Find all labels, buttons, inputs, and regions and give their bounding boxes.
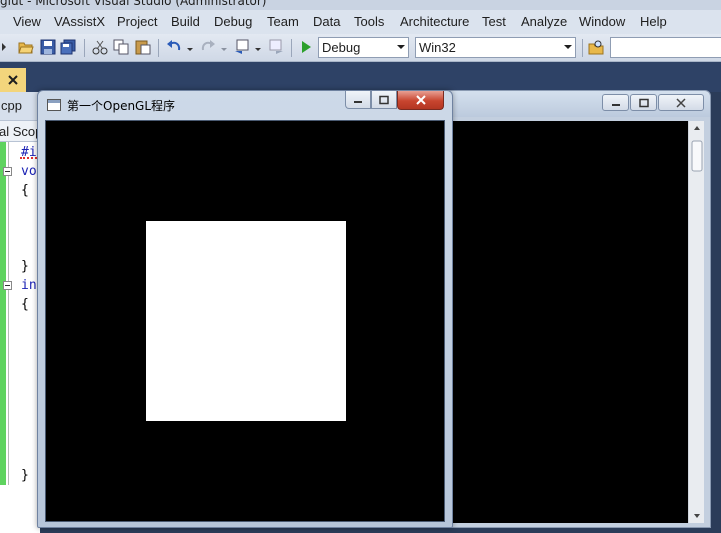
close-icon (415, 95, 426, 105)
save-all-icon[interactable] (60, 39, 76, 55)
menu-build[interactable]: Build (171, 14, 200, 29)
menu-test[interactable]: Test (482, 14, 506, 29)
solution-configuration-select[interactable]: Debug (318, 37, 409, 58)
white-square (146, 221, 346, 421)
menu-debug[interactable]: Debug (214, 14, 252, 29)
change-tracking-margin (0, 142, 6, 485)
maximize-button[interactable] (630, 94, 657, 111)
window-app-icon[interactable] (47, 99, 61, 111)
close-button[interactable] (397, 91, 444, 110)
close-icon (676, 97, 686, 108)
code-line: in (21, 278, 37, 293)
menu-architecture[interactable]: Architecture (400, 14, 469, 29)
minimize-button[interactable] (602, 94, 629, 111)
scrollbar-graphics (691, 126, 703, 518)
menu-bar: View VAssistX Project Build Debug Team D… (0, 10, 721, 34)
code-line: { (21, 183, 29, 198)
navigate-forward-icon (268, 39, 284, 55)
close-document-button[interactable] (0, 68, 26, 92)
redo-dropdown-icon (220, 39, 228, 55)
code-line: { (21, 297, 29, 312)
undo-icon[interactable] (166, 39, 182, 55)
code-editor[interactable] (0, 142, 40, 533)
menu-project[interactable]: Project (117, 14, 157, 29)
opengl-window[interactable]: 第一个OpenGL程序 (37, 90, 453, 528)
save-icon[interactable] (40, 39, 56, 55)
toolbar-separator (84, 39, 85, 57)
minimize-icon (611, 103, 620, 106)
menu-tools[interactable]: Tools (354, 14, 384, 29)
code-line: } (21, 259, 29, 274)
document-tab-strip (0, 62, 721, 92)
close-button[interactable] (658, 94, 704, 111)
collapse-region-icon[interactable] (3, 167, 12, 176)
maximize-icon (638, 98, 649, 107)
collapse-region-icon[interactable] (3, 281, 12, 290)
toolbar-separator (291, 39, 292, 57)
code-line: } (21, 468, 29, 483)
redo-icon (200, 39, 216, 55)
menu-window[interactable]: Window (579, 14, 625, 29)
menu-analyze[interactable]: Analyze (521, 14, 567, 29)
minimize-icon (354, 100, 362, 103)
maximize-icon (379, 95, 389, 104)
open-file-icon[interactable] (18, 39, 34, 55)
menu-view[interactable]: View (13, 14, 41, 29)
find-in-files-icon[interactable] (588, 39, 604, 55)
standard-toolbar: Debug Win32 (0, 34, 721, 62)
vertical-scrollbar[interactable] (688, 121, 704, 523)
vs-titlebar: glut - Microsoft Visual Studio (Administ… (0, 0, 721, 10)
navigate-dropdown-icon[interactable] (254, 39, 262, 55)
background-window-titlebar[interactable] (444, 91, 710, 117)
find-input[interactable] (610, 37, 721, 58)
platform-value: Win32 (419, 40, 456, 55)
chevron-down-icon (564, 45, 572, 49)
opengl-window-title: 第一个OpenGL程序 (67, 99, 176, 113)
vs-window-title: glut - Microsoft Visual Studio (Administ… (0, 0, 267, 8)
scope-label: al Scop (0, 124, 40, 139)
outlining-margin (8, 142, 9, 485)
menu-data[interactable]: Data (313, 14, 340, 29)
configuration-value: Debug (322, 40, 361, 55)
toolbar-separator (158, 39, 159, 57)
copy-icon[interactable] (113, 39, 129, 55)
minimize-button[interactable] (345, 91, 371, 109)
close-icon (8, 75, 18, 85)
toolbar-grip-icon (0, 39, 10, 55)
paste-icon[interactable] (135, 39, 151, 55)
menu-team[interactable]: Team (267, 14, 299, 29)
undo-dropdown-icon[interactable] (186, 39, 194, 55)
start-debugging-icon[interactable] (298, 39, 314, 55)
file-tab[interactable]: cpp (0, 92, 40, 120)
opengl-canvas (45, 120, 445, 522)
toolbar-separator (582, 39, 583, 57)
solution-platform-select[interactable]: Win32 (415, 37, 576, 58)
maximize-button[interactable] (371, 91, 397, 109)
menu-vassistx[interactable]: VAssistX (54, 14, 105, 29)
background-window[interactable] (443, 90, 711, 528)
menu-help[interactable]: Help (640, 14, 667, 29)
chevron-down-icon (397, 45, 405, 49)
cut-icon[interactable] (92, 39, 108, 55)
navigate-backward-icon[interactable] (234, 39, 250, 55)
code-line: vo (21, 164, 37, 179)
file-tab-label: cpp (1, 98, 22, 113)
scope-dropdown[interactable]: al Scop (0, 120, 40, 142)
background-window-content (452, 121, 688, 523)
